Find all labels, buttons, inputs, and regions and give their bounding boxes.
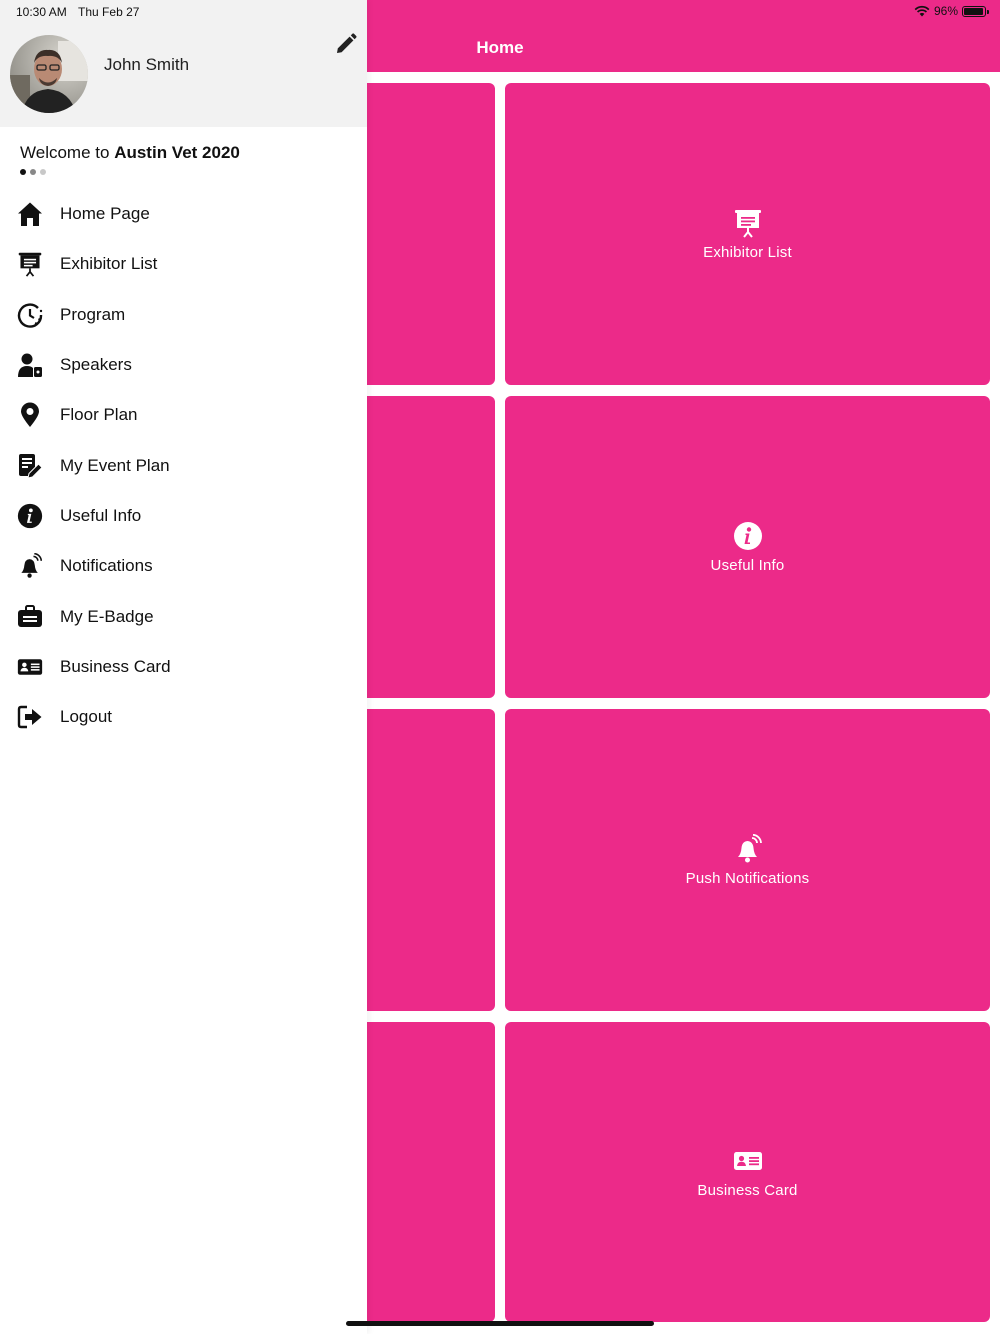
menu-item-label: My E-Badge bbox=[60, 606, 154, 626]
battery-level bbox=[964, 7, 984, 15]
page-indicator[interactable] bbox=[20, 169, 46, 175]
battery-percent: 96% bbox=[933, 4, 958, 18]
bell-ringing-icon bbox=[16, 553, 43, 580]
bell-ringing-icon bbox=[737, 833, 762, 862]
menu-item-floor-plan[interactable]: Floor Plan bbox=[0, 390, 367, 440]
status-date-text: Thu Feb 27 bbox=[78, 5, 140, 19]
home-screen: Home 96% Exhibitor List Useful Info Push… bbox=[367, 0, 1000, 1334]
page-title: Home bbox=[476, 38, 524, 57]
menu-item-label: Business Card bbox=[60, 656, 171, 676]
presentation-board-icon bbox=[734, 209, 761, 238]
menu-item-exhibitor-list[interactable]: Exhibitor List bbox=[0, 239, 367, 289]
menu-item-label: Notifications bbox=[60, 556, 153, 576]
tile-partial[interactable] bbox=[367, 1022, 495, 1322]
wifi-icon bbox=[914, 5, 930, 17]
map-pin-icon bbox=[16, 402, 43, 429]
home-icon bbox=[16, 201, 43, 228]
menu-item-business-card[interactable]: Business Card bbox=[0, 642, 367, 692]
badge-icon bbox=[16, 603, 43, 630]
battery-icon bbox=[962, 5, 989, 17]
tile-label: Business Card bbox=[697, 1181, 798, 1199]
menu-item-logout[interactable]: Logout bbox=[0, 692, 367, 742]
page-dot bbox=[20, 169, 26, 175]
menu-item-my-e-badge[interactable]: My E-Badge bbox=[0, 591, 367, 641]
info-icon bbox=[16, 502, 43, 529]
avatar[interactable] bbox=[10, 35, 88, 113]
menu-item-label: My Event Plan bbox=[60, 455, 170, 475]
tile-exhibitor-list[interactable]: Exhibitor List bbox=[505, 83, 990, 385]
menu-item-label: Program bbox=[60, 304, 126, 324]
tile-business-card[interactable]: Business Card bbox=[505, 1022, 990, 1322]
menu-item-label: Speakers bbox=[60, 355, 132, 375]
welcome-text: Welcome to Austin Vet 2020 bbox=[20, 143, 240, 163]
menu-item-my-event-plan[interactable]: My Event Plan bbox=[0, 440, 367, 490]
navigation-bar: Home 96% bbox=[367, 0, 1000, 72]
menu-item-label: Home Page bbox=[60, 204, 150, 224]
menu-item-useful-info[interactable]: Useful Info bbox=[0, 491, 367, 541]
tile-label: Exhibitor List bbox=[703, 243, 792, 261]
logout-icon bbox=[16, 704, 43, 731]
side-drawer: 10:30 AM Thu Feb 27 John Smith Welcome t… bbox=[0, 0, 367, 1334]
home-indicator[interactable] bbox=[346, 1321, 654, 1326]
event-name: Austin Vet 2020 bbox=[114, 143, 240, 162]
clock-icon bbox=[16, 301, 43, 328]
tile-push-notifications[interactable]: Push Notifications bbox=[505, 709, 990, 1011]
tile-label: Useful Info bbox=[710, 556, 785, 574]
profile-header: 10:30 AM Thu Feb 27 John Smith bbox=[0, 0, 367, 127]
menu-item-label: Logout bbox=[60, 707, 112, 727]
tile-useful-info[interactable]: Useful Info bbox=[505, 396, 990, 698]
info-icon bbox=[733, 521, 762, 550]
menu-item-notifications[interactable]: Notifications bbox=[0, 541, 367, 591]
menu-item-speakers[interactable]: Speakers bbox=[0, 340, 367, 390]
menu-item-label: Useful Info bbox=[60, 505, 142, 525]
welcome-prefix: Welcome to bbox=[20, 143, 110, 162]
menu-item-program[interactable]: Program bbox=[0, 290, 367, 340]
drawer-menu: Home Page Exhibitor List Program Speaker… bbox=[0, 189, 367, 742]
status-indicators: 96% bbox=[914, 4, 989, 18]
menu-item-home-page[interactable]: Home Page bbox=[0, 189, 367, 239]
user-name: John Smith bbox=[104, 55, 190, 74]
id-card-icon bbox=[16, 653, 43, 680]
tile-label: Push Notifications bbox=[685, 869, 810, 887]
document-edit-icon bbox=[16, 452, 43, 479]
id-card-icon bbox=[733, 1151, 762, 1170]
speaker-person-icon bbox=[16, 352, 43, 379]
tile-partial[interactable] bbox=[367, 396, 495, 698]
status-time-text: 10:30 AM bbox=[16, 5, 67, 19]
tile-partial[interactable] bbox=[367, 709, 495, 1011]
page-dot bbox=[40, 169, 46, 175]
menu-item-label: Exhibitor List bbox=[60, 254, 158, 274]
presentation-board-icon bbox=[16, 251, 43, 278]
menu-item-label: Floor Plan bbox=[60, 405, 138, 425]
edit-profile-button[interactable] bbox=[334, 32, 358, 56]
tile-partial[interactable] bbox=[367, 83, 495, 385]
status-time: 10:30 AM Thu Feb 27 bbox=[16, 5, 139, 19]
page-dot bbox=[30, 169, 36, 175]
